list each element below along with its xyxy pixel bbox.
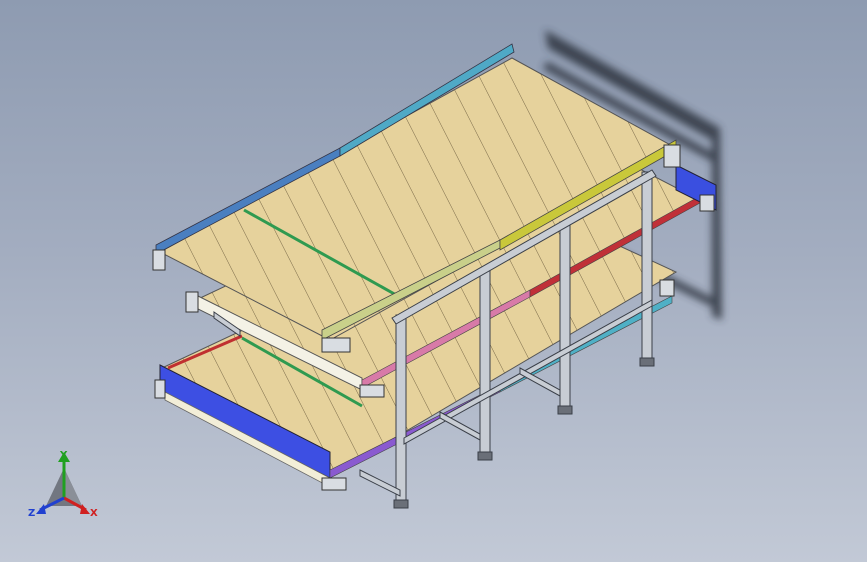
frame-brace — [359, 469, 401, 497]
frame-leg — [479, 267, 491, 457]
frame-brace — [519, 367, 561, 397]
reference-triad: Y X Z — [28, 450, 98, 519]
frame-leg — [559, 221, 571, 411]
cad-viewport[interactable] — [0, 0, 867, 562]
z-axis-label: Z — [28, 508, 35, 519]
frame-leg — [395, 314, 407, 506]
frame-leg — [641, 171, 653, 363]
y-axis-label: Y — [59, 450, 68, 461]
frame-brace — [439, 411, 481, 441]
x-axis-label: X — [90, 508, 98, 519]
